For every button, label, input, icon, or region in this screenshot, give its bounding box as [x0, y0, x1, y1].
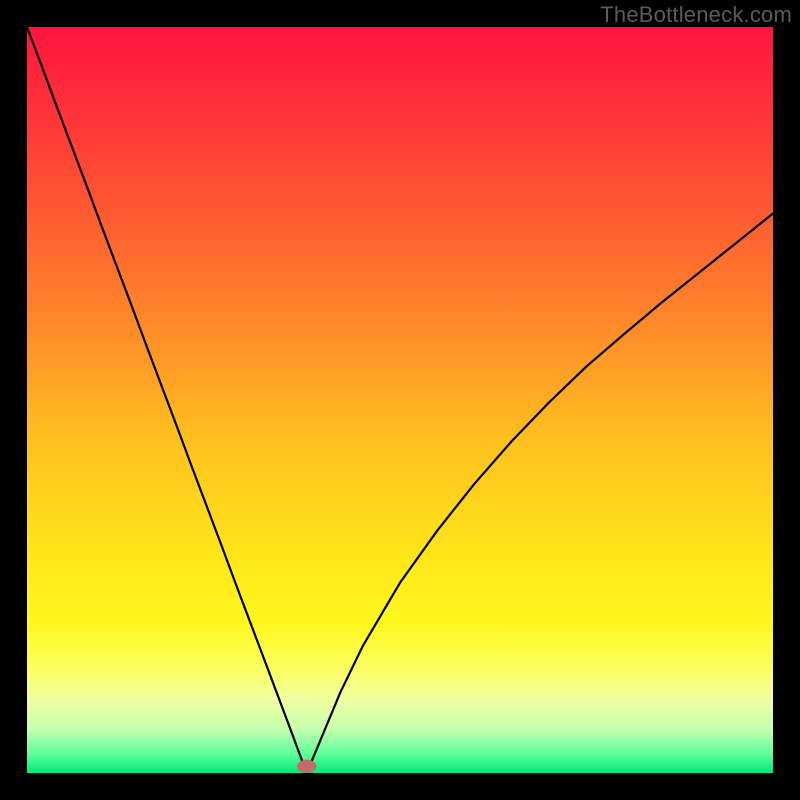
watermark-text: TheBottleneck.com [600, 2, 792, 28]
chart-canvas [27, 27, 773, 773]
chart-frame: TheBottleneck.com [0, 0, 800, 800]
chart-svg [27, 27, 773, 773]
chart-background [27, 27, 773, 773]
optimal-marker [297, 760, 316, 773]
